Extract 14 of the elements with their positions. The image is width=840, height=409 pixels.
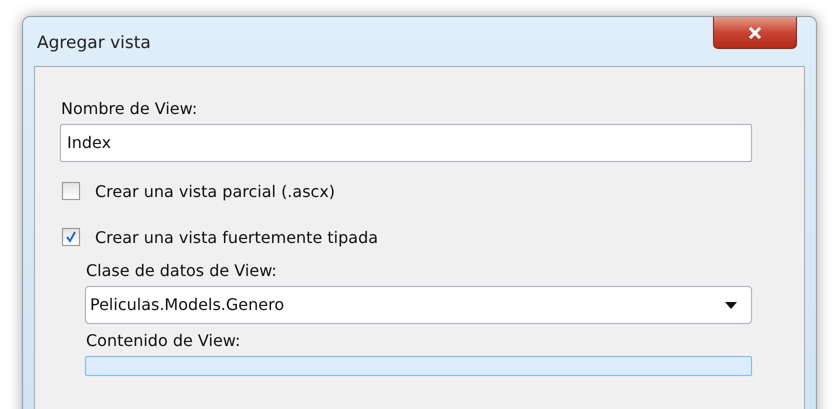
checkbox[interactable]: [62, 182, 80, 200]
checkbox-label[interactable]: Crear una vista fuertemente tipada: [95, 228, 378, 246]
name-field[interactable]: Index: [60, 124, 752, 162]
checkbox-label[interactable]: Crear una vista parcial (.ascx): [95, 182, 336, 200]
field-label: Clase de datos de View:: [86, 260, 278, 282]
close-button[interactable]: [713, 17, 797, 49]
close-icon: [748, 26, 762, 38]
class-dropdown[interactable]: Peliculas.Models.Genero: [85, 286, 752, 324]
field-label: Contenido de View:: [86, 330, 242, 352]
field-label: Nombre de View:: [61, 98, 198, 120]
checkbox[interactable]: [62, 228, 80, 246]
dropdown-arrow-icon: [725, 302, 737, 308]
window-title: Agregar vista: [37, 33, 151, 53]
dropdown-value: Peliculas.Models.Genero: [90, 294, 284, 316]
